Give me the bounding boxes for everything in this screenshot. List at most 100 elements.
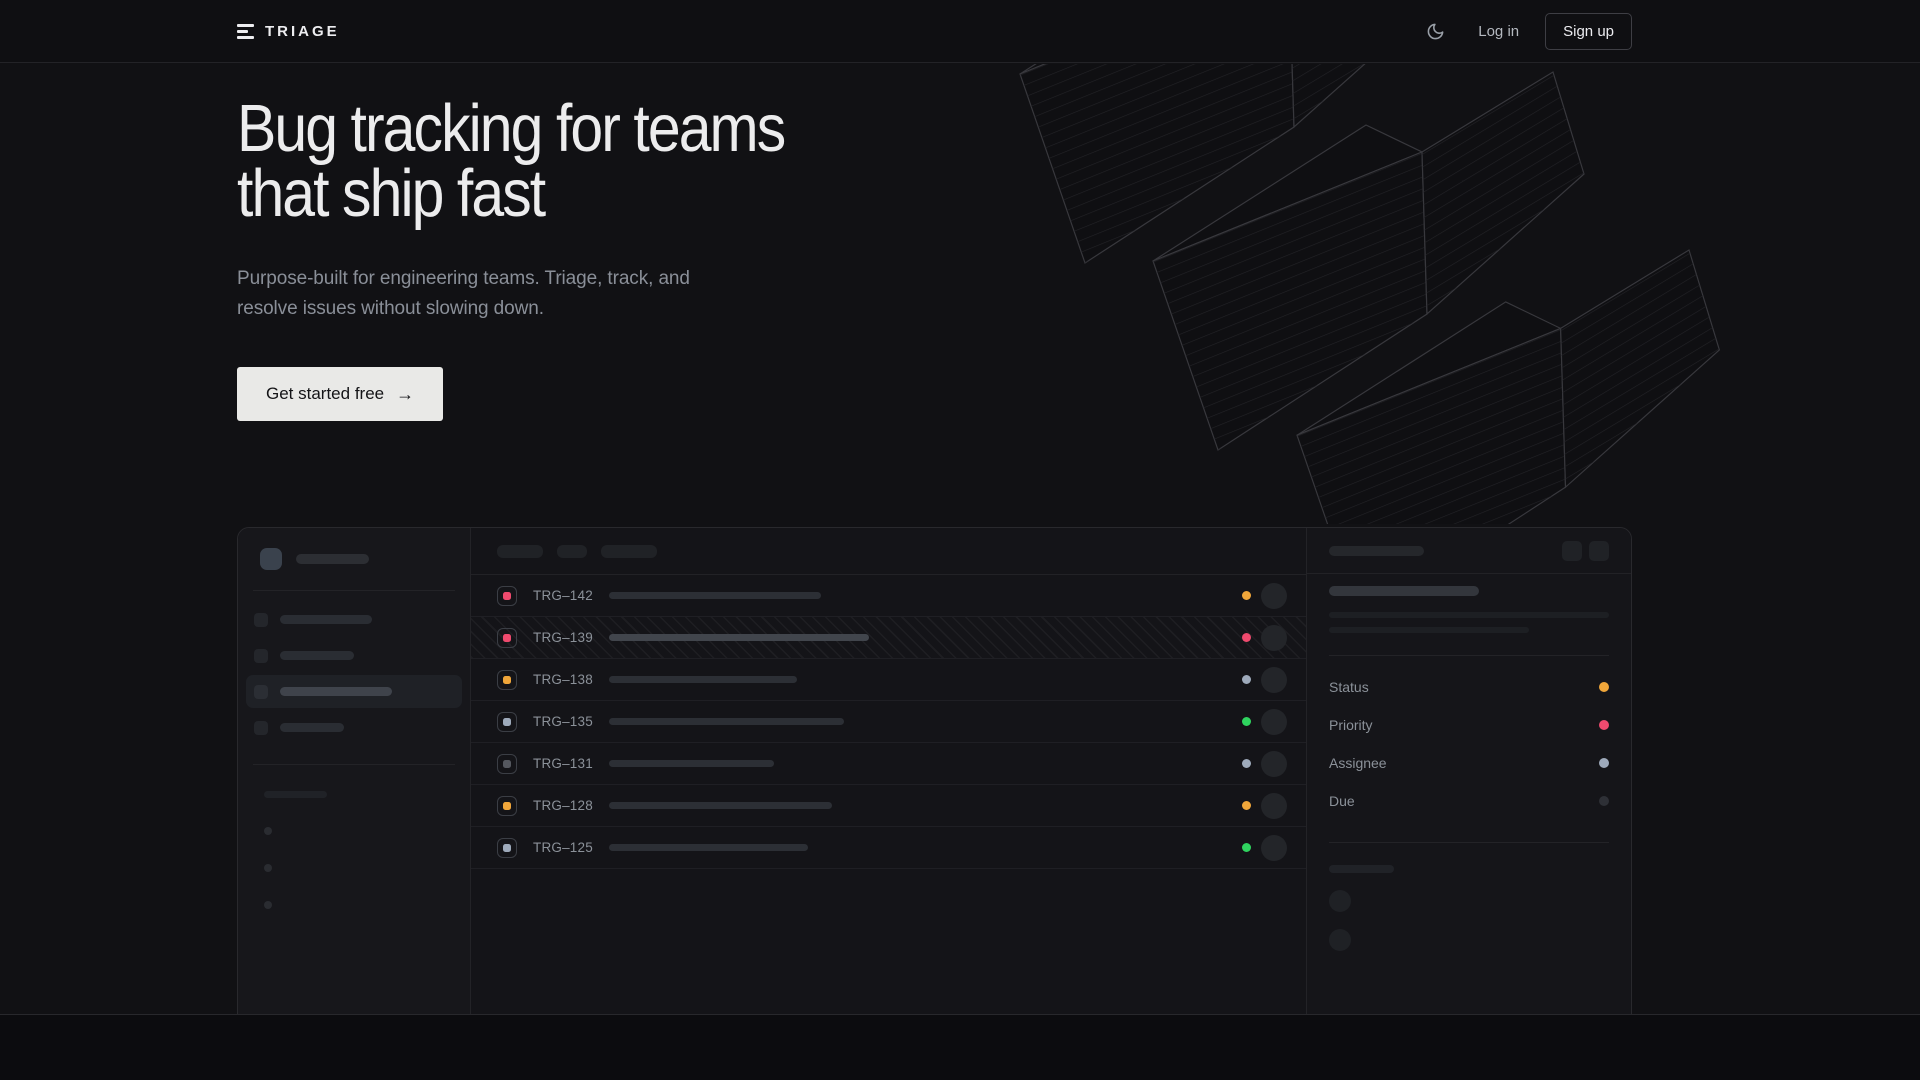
sidebar-item-bar bbox=[280, 615, 372, 624]
detail-panel-header bbox=[1307, 528, 1631, 574]
toolbar-filter-skeleton bbox=[497, 545, 543, 558]
sidebar-item-bar bbox=[280, 651, 354, 660]
hero-section: Bug tracking for teams that ship fast Pu… bbox=[237, 96, 859, 421]
issue-assignee-avatar bbox=[1261, 625, 1287, 651]
sidebar-dot-skeleton bbox=[264, 901, 272, 909]
signup-button[interactable]: Sign up bbox=[1545, 13, 1632, 50]
sidebar-item-icon bbox=[254, 649, 268, 663]
detail-title-skeleton bbox=[1329, 546, 1424, 556]
wireframe-sheets-illustration bbox=[940, 64, 1920, 524]
issue-id: TRG–125 bbox=[533, 840, 593, 855]
get-started-button[interactable]: Get started free → bbox=[237, 367, 443, 421]
issue-assignee-avatar bbox=[1261, 793, 1287, 819]
brand-logo[interactable]: TRIAGE bbox=[237, 23, 340, 40]
detail-action-button-skeleton bbox=[1562, 541, 1582, 561]
mockup-list-toolbar bbox=[471, 528, 1306, 575]
comment-avatar-skeleton bbox=[1329, 929, 1351, 951]
detail-field-value-dot bbox=[1599, 796, 1609, 806]
issue-id: TRG–142 bbox=[533, 588, 593, 603]
arrow-right-icon: → bbox=[396, 384, 414, 405]
issue-row: TRG–125 bbox=[471, 827, 1306, 869]
sidebar-item-skeleton bbox=[246, 639, 462, 672]
issue-row: TRG–131 bbox=[471, 743, 1306, 785]
detail-field-value-dot bbox=[1599, 758, 1609, 768]
nav-actions: Log in Sign up bbox=[1418, 13, 1632, 50]
hero-subtitle: Purpose-built for engineering teams. Tri… bbox=[237, 264, 859, 324]
issue-rows-container: TRG–142 TRG–139 TRG–138 TRG–135 TRG–131 bbox=[471, 575, 1306, 869]
detail-field-row: Due bbox=[1329, 782, 1609, 820]
issue-title-skeleton bbox=[609, 718, 844, 725]
hero-wireframe-decoration bbox=[940, 64, 1920, 524]
hero-title-line1: Bug tracking for teams bbox=[237, 91, 784, 166]
detail-description-skeleton bbox=[1329, 627, 1529, 633]
detail-field-value-dot bbox=[1599, 720, 1609, 730]
issue-type-icon bbox=[497, 838, 517, 858]
detail-field-value-dot bbox=[1599, 682, 1609, 692]
issue-assignee-avatar bbox=[1261, 583, 1287, 609]
detail-fields-container: Status Priority Assignee Due bbox=[1329, 668, 1609, 820]
issue-type-icon bbox=[497, 754, 517, 774]
issue-id: TRG–131 bbox=[533, 756, 593, 771]
issue-status-dot bbox=[1242, 801, 1251, 810]
issue-type-icon bbox=[497, 586, 517, 606]
detail-divider bbox=[1329, 655, 1609, 656]
issue-assignee-avatar bbox=[1261, 667, 1287, 693]
hero-subtitle-line1: Purpose-built for engineering teams. Tri… bbox=[237, 268, 690, 289]
app-mockup-panel: TRG–142 TRG–139 TRG–138 TRG–135 TRG–131 bbox=[237, 527, 1632, 1015]
sidebar-item-icon bbox=[254, 613, 268, 627]
issue-id: TRG–135 bbox=[533, 714, 593, 729]
sidebar-item-bar bbox=[280, 687, 392, 696]
hero-title-line2: that ship fast bbox=[237, 156, 544, 231]
sidebar-divider bbox=[253, 590, 455, 591]
footer-band bbox=[0, 1014, 1920, 1080]
toolbar-filter-skeleton bbox=[601, 545, 657, 558]
theme-toggle-button[interactable] bbox=[1418, 14, 1452, 48]
detail-field-row: Status bbox=[1329, 668, 1609, 706]
get-started-label: Get started free bbox=[266, 384, 384, 404]
detail-action-button-skeleton bbox=[1589, 541, 1609, 561]
hero-title: Bug tracking for teams that ship fast bbox=[237, 96, 784, 226]
issue-assignee-avatar bbox=[1261, 751, 1287, 777]
issue-status-dot bbox=[1242, 675, 1251, 684]
detail-activity-label-skeleton bbox=[1329, 865, 1394, 873]
brand-name: TRIAGE bbox=[265, 23, 340, 40]
detail-field-label: Assignee bbox=[1329, 755, 1387, 771]
issue-row: TRG–135 bbox=[471, 701, 1306, 743]
issue-status-dot bbox=[1242, 591, 1251, 600]
sidebar-item-icon bbox=[254, 685, 268, 699]
issue-title-skeleton bbox=[609, 760, 774, 767]
issue-title-skeleton bbox=[609, 802, 832, 809]
issue-type-icon bbox=[497, 670, 517, 690]
issue-id: TRG–138 bbox=[533, 672, 593, 687]
sidebar-section-label-skeleton bbox=[264, 791, 327, 798]
detail-field-row: Assignee bbox=[1329, 744, 1609, 782]
sidebar-dot-skeleton bbox=[264, 864, 272, 872]
issue-status-dot bbox=[1242, 843, 1251, 852]
triage-bars-icon bbox=[237, 24, 254, 39]
sidebar-nav-skeleton bbox=[246, 603, 462, 744]
sidebar-dot-skeleton bbox=[264, 827, 272, 835]
login-link[interactable]: Log in bbox=[1478, 23, 1519, 40]
issue-title-skeleton bbox=[609, 844, 808, 851]
sidebar-item-bar bbox=[280, 723, 344, 732]
issue-id: TRG–139 bbox=[533, 630, 593, 645]
issue-type-icon bbox=[497, 796, 517, 816]
issue-title-skeleton bbox=[609, 592, 821, 599]
detail-panel-body: Status Priority Assignee Due bbox=[1307, 574, 1631, 951]
toolbar-filter-skeleton bbox=[557, 545, 587, 558]
issue-id: TRG–128 bbox=[533, 798, 593, 813]
detail-divider bbox=[1329, 842, 1609, 843]
workspace-name-skeleton bbox=[296, 554, 369, 564]
mockup-sidebar bbox=[238, 528, 471, 1014]
issue-type-icon bbox=[497, 628, 517, 648]
hero-subtitle-line2: resolve issues without slowing down. bbox=[237, 298, 544, 319]
issue-row: TRG–139 bbox=[471, 617, 1306, 659]
top-navigation: TRIAGE Log in Sign up bbox=[0, 0, 1920, 63]
issue-title-skeleton bbox=[609, 634, 869, 641]
sidebar-divider bbox=[253, 764, 455, 765]
workspace-icon bbox=[260, 548, 282, 570]
detail-description-skeleton bbox=[1329, 612, 1609, 618]
sidebar-item-skeleton bbox=[246, 603, 462, 636]
detail-field-label: Status bbox=[1329, 679, 1369, 695]
issue-row: TRG–138 bbox=[471, 659, 1306, 701]
